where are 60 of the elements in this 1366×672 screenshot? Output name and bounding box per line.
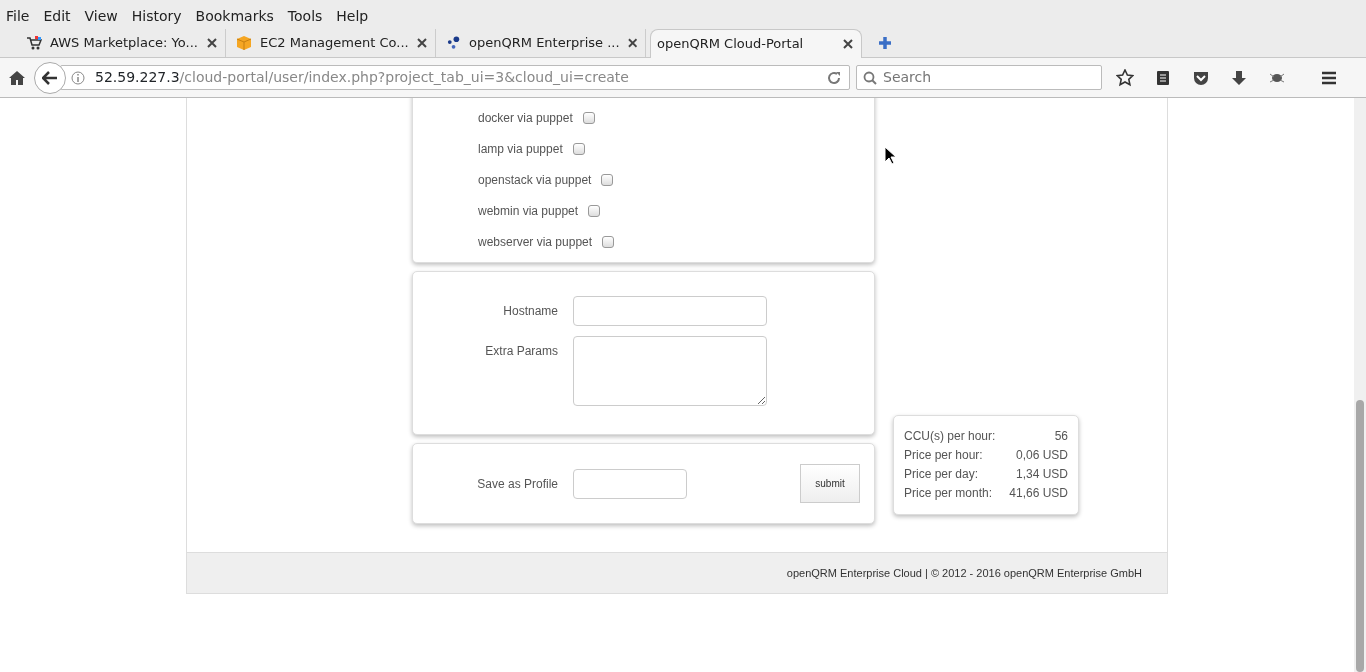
browser-tab[interactable]: AWS Marketplace: Yo... [20, 29, 226, 57]
scrollbar[interactable] [1354, 98, 1366, 672]
field-label: Hostname [502, 303, 558, 320]
close-icon[interactable] [843, 39, 853, 49]
cost-label: Price per day: [904, 466, 979, 483]
checkbox[interactable] [582, 111, 595, 124]
checkbox[interactable] [572, 142, 585, 155]
menu-item[interactable]: Bookmarks [195, 0, 280, 30]
menu-item[interactable]: Edit [43, 0, 77, 30]
application-label: webmin via puppet [478, 202, 579, 220]
field-label: Save as Profile [476, 475, 558, 493]
menu-item[interactable]: Help [336, 0, 375, 30]
application-label: docker via puppet [478, 109, 573, 127]
reading-list-icon[interactable] [1154, 68, 1172, 87]
menu-item[interactable]: File [6, 0, 36, 30]
application-label: webserver via puppet [478, 233, 593, 251]
footer-text: openQRM Enterprise Cloud | © 2012 - 2016 openQRM Enterprise GmbH [786, 565, 1142, 581]
close-icon[interactable] [627, 38, 637, 48]
checkbox[interactable] [601, 173, 614, 186]
menu-item[interactable]: Tools [287, 0, 329, 30]
cart-icon [26, 35, 42, 51]
application-label: openstack via puppet [478, 171, 592, 189]
close-icon[interactable] [207, 38, 217, 48]
back-arrow-icon [42, 70, 58, 85]
reload-icon[interactable] [827, 70, 841, 85]
cost-value: 41,66 USD [1009, 485, 1068, 502]
back-button[interactable] [34, 61, 66, 94]
cost-label: Price per month: [904, 485, 993, 502]
address-bar[interactable]: 52.59.227.3/cloud-portal/user/index.php?project_tab_ui=3&cloud_ui=create [60, 65, 850, 90]
mouse-cursor-icon [884, 146, 898, 166]
menu-item[interactable]: View [84, 0, 124, 30]
star-icon[interactable] [1116, 68, 1134, 87]
submit-button[interactable]: submit [800, 464, 860, 503]
search-bar[interactable]: Search [856, 65, 1102, 90]
checkbox[interactable] [588, 204, 601, 217]
cost-label: Price per hour: [904, 447, 983, 464]
application-label: lamp via puppet [478, 140, 563, 158]
search-field[interactable]: Search [883, 67, 1083, 88]
close-icon[interactable] [417, 38, 427, 48]
checkbox[interactable] [602, 235, 615, 248]
browser-tab[interactable]: openQRM Enterprise ... [440, 29, 646, 57]
cost-value: 56 [1054, 428, 1068, 445]
menu-item[interactable]: History [131, 0, 188, 30]
input-field[interactable] [573, 468, 687, 499]
download-icon[interactable] [1230, 68, 1248, 87]
info-icon[interactable] [71, 70, 85, 85]
dots-icon [446, 35, 462, 51]
field-label: Extra Params [484, 343, 558, 360]
search-icon[interactable] [863, 70, 877, 85]
url-text: 52.59.227.3/cloud-portal/user/index.php?project_tab_ui=3&cloud_ui=create [95, 68, 629, 87]
home-icon[interactable] [8, 69, 26, 86]
scrollbar-thumb[interactable] [1356, 400, 1364, 672]
input-field[interactable] [573, 296, 767, 326]
browser-tab[interactable]: openQRM Cloud-Portal [650, 29, 862, 58]
box-icon [236, 35, 252, 51]
cost-value: 0,06 USD [1015, 447, 1068, 464]
cost-value: 1,34 USD [1015, 466, 1068, 483]
browser-tab[interactable]: EC2 Management Co... [230, 29, 436, 57]
cost-label: CCU(s) per hour: [904, 428, 996, 445]
new-tab-icon[interactable] [878, 36, 892, 50]
